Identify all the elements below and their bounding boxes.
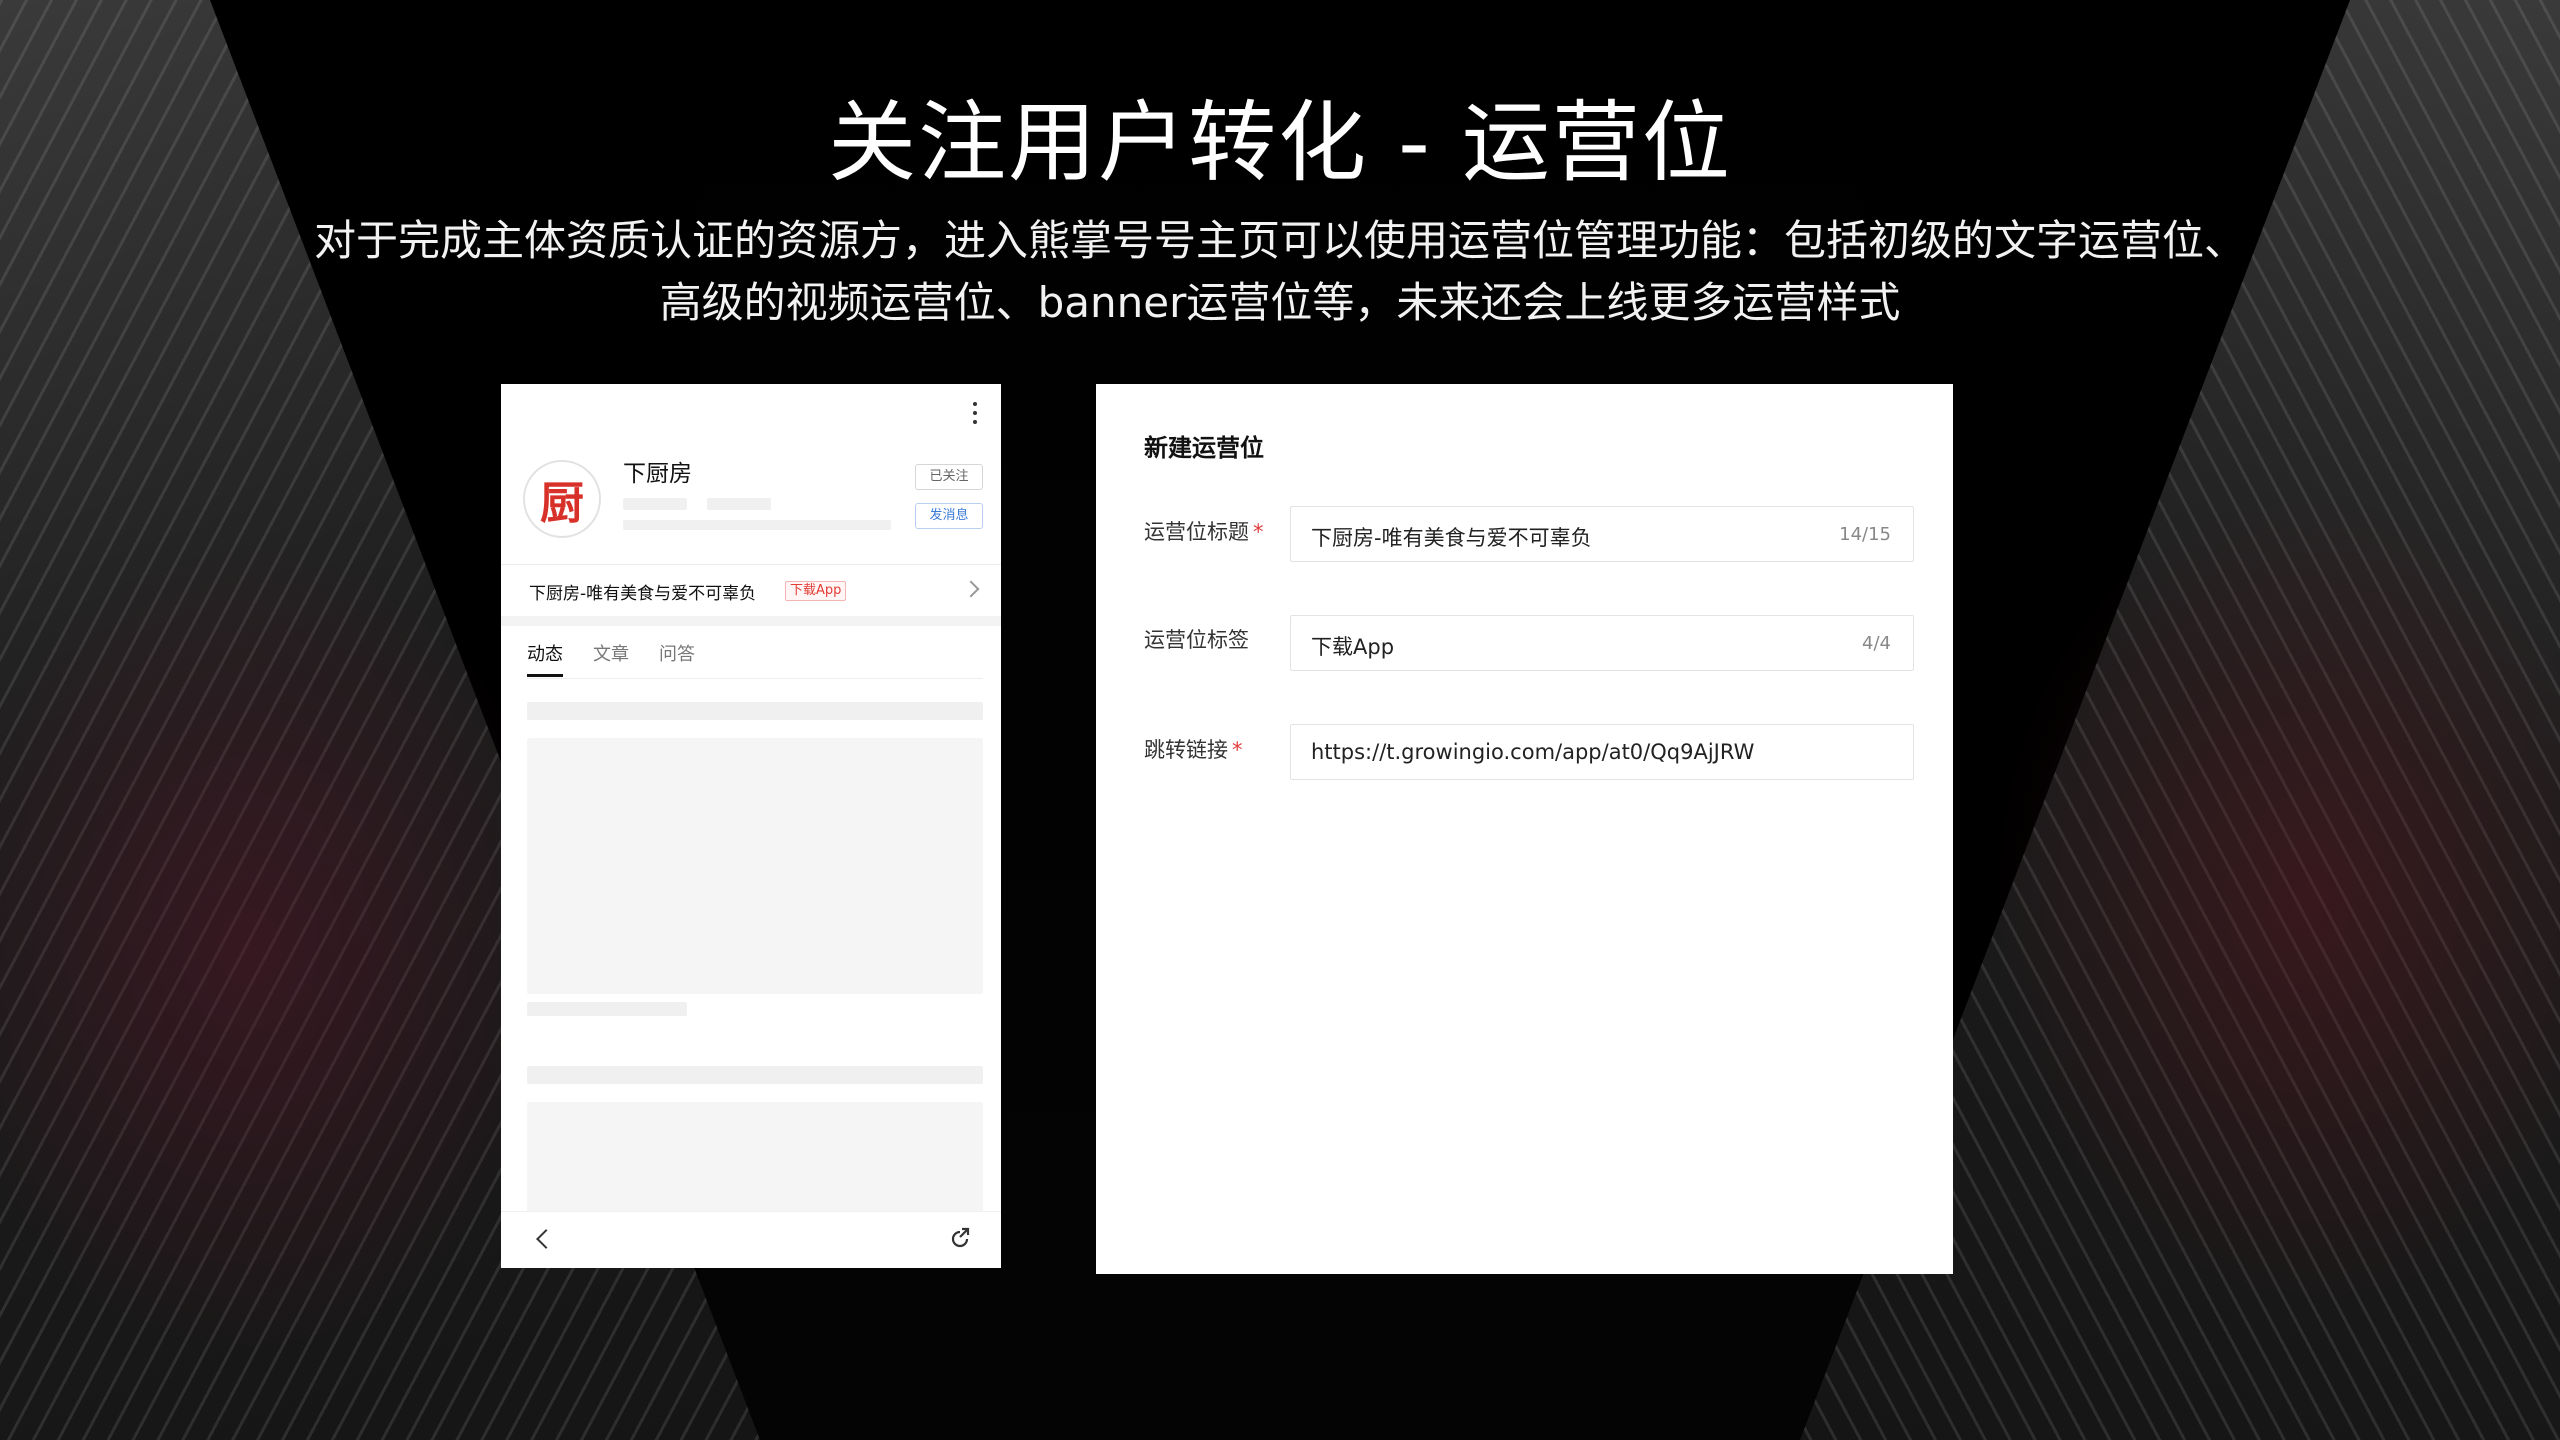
chevron-left-icon[interactable] [536,1229,556,1249]
placeholder-card [527,1102,983,1214]
placeholder-meta-1 [623,498,687,510]
tab-dynamics[interactable]: 动态 [527,640,563,677]
more-vertical-icon[interactable] [973,402,979,430]
tag-input-value: 下载App [1311,635,1395,659]
link-input[interactable]: https://t.growingio.com/app/at0/Qq9AjJRW [1290,724,1914,780]
placeholder-meta-2 [707,498,771,510]
required-mark: * [1232,738,1243,762]
bottom-toolbar [501,1211,1001,1268]
tag-label-text: 运营位标签 [1144,628,1249,652]
tab-qa[interactable]: 问答 [659,640,695,677]
link-label: 跳转链接 * [1144,734,1243,764]
promo-text: 下厨房-唯有美食与爱不可辜负 [529,584,757,604]
share-icon[interactable] [947,1226,973,1252]
placeholder-bar [527,702,983,720]
link-input-value: https://t.growingio.com/app/at0/Qq9AjJRW [1311,740,1755,764]
followed-button[interactable]: 已关注 [915,464,983,490]
placeholder-bar [527,1066,983,1084]
subtitle-line-2: 高级的视频运营位、banner运营位等，未来还会上线更多运营样式 [659,278,1901,327]
avatar-logo: 厨 [540,478,584,529]
account-name: 下厨房 [623,461,692,487]
form-title: 新建运营位 [1144,434,1264,462]
background-glow-right [1960,450,2560,1350]
phone-profile-mockup: 厨 下厨房 已关注 发消息 下厨房-唯有美食与爱不可辜负 下载App 动态 文章… [501,384,1001,1268]
avatar[interactable]: 厨 [523,460,601,538]
title-label-text: 运营位标题 [1144,520,1249,544]
tab-articles[interactable]: 文章 [593,640,629,677]
section-divider [501,616,1001,626]
new-slot-form: 新建运营位 运营位标题 * 下厨房-唯有美食与爱不可辜负 14/15 运营位标签 … [1096,384,1953,1274]
chevron-right-icon [962,580,980,598]
title-input-value: 下厨房-唯有美食与爱不可辜负 [1311,526,1592,550]
title-input[interactable]: 下厨房-唯有美食与爱不可辜负 14/15 [1290,506,1914,562]
slide-subtitle: 对于完成主体资质认证的资源方，进入熊掌号号主页可以使用运营位管理功能：包括初级的… [260,210,2300,334]
promo-tag: 下载App [785,581,847,601]
placeholder-meta-3 [623,520,891,530]
profile-tabs: 动态 文章 问答 [527,640,695,677]
tag-input[interactable]: 下载App 4/4 [1290,615,1914,671]
slide-title: 关注用户转化 - 运营位 [828,91,1732,194]
text-promo-slot[interactable]: 下厨房-唯有美食与爱不可辜负 下载App [501,564,1001,617]
tabs-underline [527,678,983,679]
title-char-counter: 14/15 [1839,524,1891,545]
placeholder-card [527,738,983,994]
tag-label: 运营位标签 [1144,624,1249,654]
title-label: 运营位标题 * [1144,516,1264,546]
placeholder-line [527,1002,687,1016]
tag-char-counter: 4/4 [1862,633,1891,654]
link-label-text: 跳转链接 [1144,738,1228,762]
subtitle-line-1: 对于完成主体资质认证的资源方，进入熊掌号号主页可以使用运营位管理功能：包括初级的… [313,216,2246,265]
message-button[interactable]: 发消息 [915,503,983,529]
required-mark: * [1253,520,1264,544]
